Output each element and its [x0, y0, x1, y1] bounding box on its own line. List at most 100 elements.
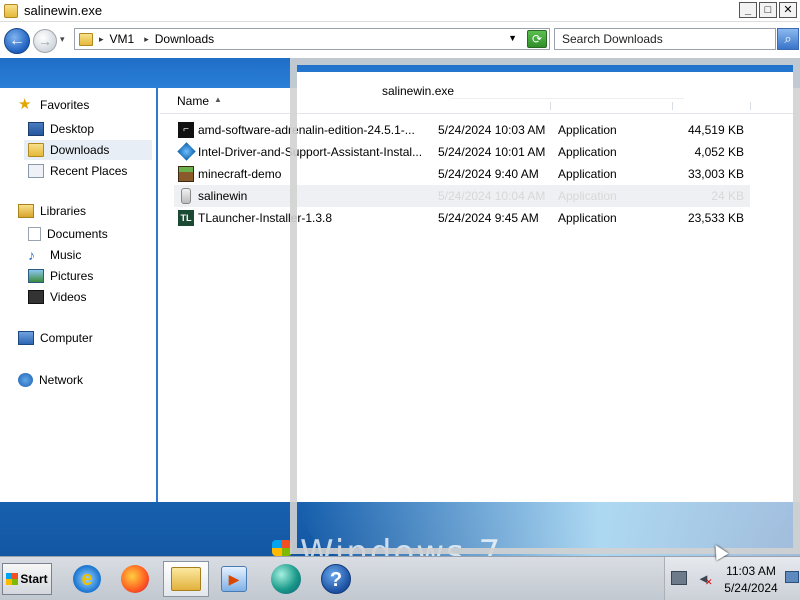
file-type: Application: [558, 167, 617, 181]
star-icon: ★: [18, 96, 32, 113]
file-date: 5/24/2024 10:04 AM: [438, 189, 546, 203]
clock-time[interactable]: 11:03 AM: [723, 564, 779, 578]
favorites-group[interactable]: ★ Favorites: [18, 96, 90, 113]
network-tray-icon[interactable]: [671, 571, 687, 585]
file-list: Name ▲ ⌐ amd-software-adrenalin-edition-…: [160, 88, 800, 502]
sidebar-item-recent-places[interactable]: Recent Places: [28, 161, 156, 181]
taskbar-app-help[interactable]: ?: [313, 561, 359, 597]
start-button[interactable]: Start: [2, 563, 52, 595]
title-bar[interactable]: salinewin.exe _ □ ✕: [0, 0, 800, 22]
drag-window-title-field: [450, 83, 684, 99]
sidebar-item-pictures[interactable]: Pictures: [28, 266, 156, 286]
desktop-icon: [28, 122, 44, 136]
clock-date[interactable]: 5/24/2024: [721, 581, 781, 595]
file-name: salinewin: [198, 189, 248, 203]
music-icon: ♪: [28, 247, 35, 263]
libraries-label: Libraries: [40, 204, 87, 218]
forward-button[interactable]: →: [33, 29, 57, 53]
taskbar: Start e ▶ ? ◄ ✕ 11:03 AM 5/24/2024: [0, 556, 800, 600]
explorer-folder-icon: [171, 567, 201, 591]
firefox-icon: [121, 565, 149, 593]
documents-icon: [28, 227, 41, 241]
sidebar-item-label: Videos: [50, 290, 87, 304]
search-icon[interactable]: ⌕: [777, 28, 799, 50]
refresh-button[interactable]: ⟳: [527, 30, 547, 48]
sidebar-item-computer[interactable]: Computer: [18, 331, 93, 345]
chevron-right-icon[interactable]: ▸: [144, 34, 149, 45]
window-title: salinewin.exe: [24, 3, 103, 18]
file-date: 5/24/2024 9:45 AM: [438, 211, 539, 225]
chevron-right-icon[interactable]: ▸: [99, 34, 104, 45]
address-bar[interactable]: ▸ VM1 ▸ Downloads ▼ ⟳: [74, 28, 550, 50]
file-size: 44,519 KB: [687, 123, 744, 137]
search-input[interactable]: Search Downloads: [554, 28, 776, 50]
file-type: Application: [558, 189, 617, 203]
breadcrumb-downloads[interactable]: Downloads: [155, 32, 214, 46]
file-name: minecraft-demo: [198, 167, 282, 181]
sidebar-item-label: Downloads: [50, 143, 110, 157]
file-row[interactable]: salinewin 5/24/2024 10:04 AM Application…: [174, 185, 750, 207]
computer-icon: [18, 331, 34, 345]
file-type: Application: [558, 145, 617, 159]
file-name: Intel-Driver-and-Support-Assistant-Insta…: [198, 145, 423, 159]
file-type: Application: [558, 123, 617, 137]
sidebar-item-label: Desktop: [50, 122, 95, 136]
file-date: 5/24/2024 9:40 AM: [438, 167, 539, 181]
tlauncher-icon: TL: [178, 210, 194, 226]
computer-label: Computer: [40, 331, 93, 345]
sidebar-item-documents[interactable]: Documents: [28, 224, 156, 244]
file-row[interactable]: Intel-Driver-and-Support-Assistant-Insta…: [174, 141, 750, 163]
show-desktop-button[interactable]: [785, 571, 799, 583]
file-date: 5/24/2024 10:01 AM: [438, 145, 546, 159]
drag-window-title: salinewin.exe: [382, 84, 455, 98]
help-icon: ?: [321, 564, 351, 594]
breadcrumb-vm1[interactable]: VM1: [110, 32, 135, 46]
network-label: Network: [39, 373, 84, 387]
taskbar-app-media-player[interactable]: ▶: [211, 561, 257, 597]
file-row[interactable]: minecraft-demo 5/24/2024 9:40 AM Applica…: [174, 163, 750, 185]
close-button[interactable]: ✕: [779, 2, 797, 18]
folder-icon: [4, 3, 18, 18]
column-header-name[interactable]: Name: [177, 94, 209, 108]
file-row[interactable]: ⌐ amd-software-adrenalin-edition-24.5.1-…: [174, 119, 750, 141]
start-label: Start: [20, 572, 48, 586]
address-dropdown-icon[interactable]: ▼: [508, 33, 517, 43]
sidebar-item-videos[interactable]: Videos: [28, 287, 156, 307]
minimize-button[interactable]: _: [739, 2, 757, 18]
sidebar-item-desktop[interactable]: Desktop: [28, 119, 156, 139]
network-icon: [18, 373, 33, 387]
taskbar-app-explorer[interactable]: [163, 561, 209, 597]
history-dropdown-icon[interactable]: ▾: [60, 34, 65, 45]
edge-icon: [271, 564, 301, 594]
file-name: amd-software-adrenalin-edition-24.5.1-..…: [198, 123, 415, 137]
file-date: 5/24/2024 10:03 AM: [438, 123, 546, 137]
mute-icon: ✕: [705, 577, 713, 587]
sidebar-item-music[interactable]: ♪ Music: [28, 245, 156, 265]
navigation-pane: ★ Favorites Desktop Downloads Recent Pla…: [0, 88, 158, 502]
back-button[interactable]: ←: [4, 28, 30, 54]
sidebar-item-downloads[interactable]: Downloads: [24, 140, 152, 160]
recent-places-icon: [28, 164, 44, 178]
taskbar-app-firefox[interactable]: [112, 561, 158, 597]
sidebar-item-label: Music: [50, 248, 82, 262]
sidebar-item-network[interactable]: Network: [18, 373, 83, 387]
folder-icon: [79, 32, 93, 46]
sidebar-item-label: Pictures: [50, 269, 94, 283]
maximize-button[interactable]: □: [759, 2, 777, 18]
minecraft-icon: [178, 166, 194, 182]
file-name: TLauncher-Installer-1.3.8: [198, 211, 333, 225]
file-size: 33,003 KB: [687, 167, 744, 181]
favorites-label: Favorites: [40, 98, 90, 112]
navigation-bar: ← → ▾ ▸ VM1 ▸ Downloads ▼ ⟳ Search Downl…: [0, 22, 800, 58]
taskbar-app-internet-explorer[interactable]: e: [64, 561, 110, 597]
sidebar-item-label: Recent Places: [50, 164, 128, 178]
file-row[interactable]: TL TLauncher-Installer-1.3.8 5/24/2024 9…: [174, 207, 750, 229]
file-size: 4,052 KB: [694, 145, 744, 159]
libraries-group[interactable]: Libraries: [18, 204, 86, 218]
pictures-icon: [28, 269, 44, 283]
internet-explorer-icon: e: [73, 565, 101, 593]
taskbar-app-edge[interactable]: [263, 561, 309, 597]
file-size: 23,533 KB: [687, 211, 744, 225]
sidebar-item-label: Documents: [47, 227, 108, 241]
file-size: 24 KB: [711, 189, 744, 203]
